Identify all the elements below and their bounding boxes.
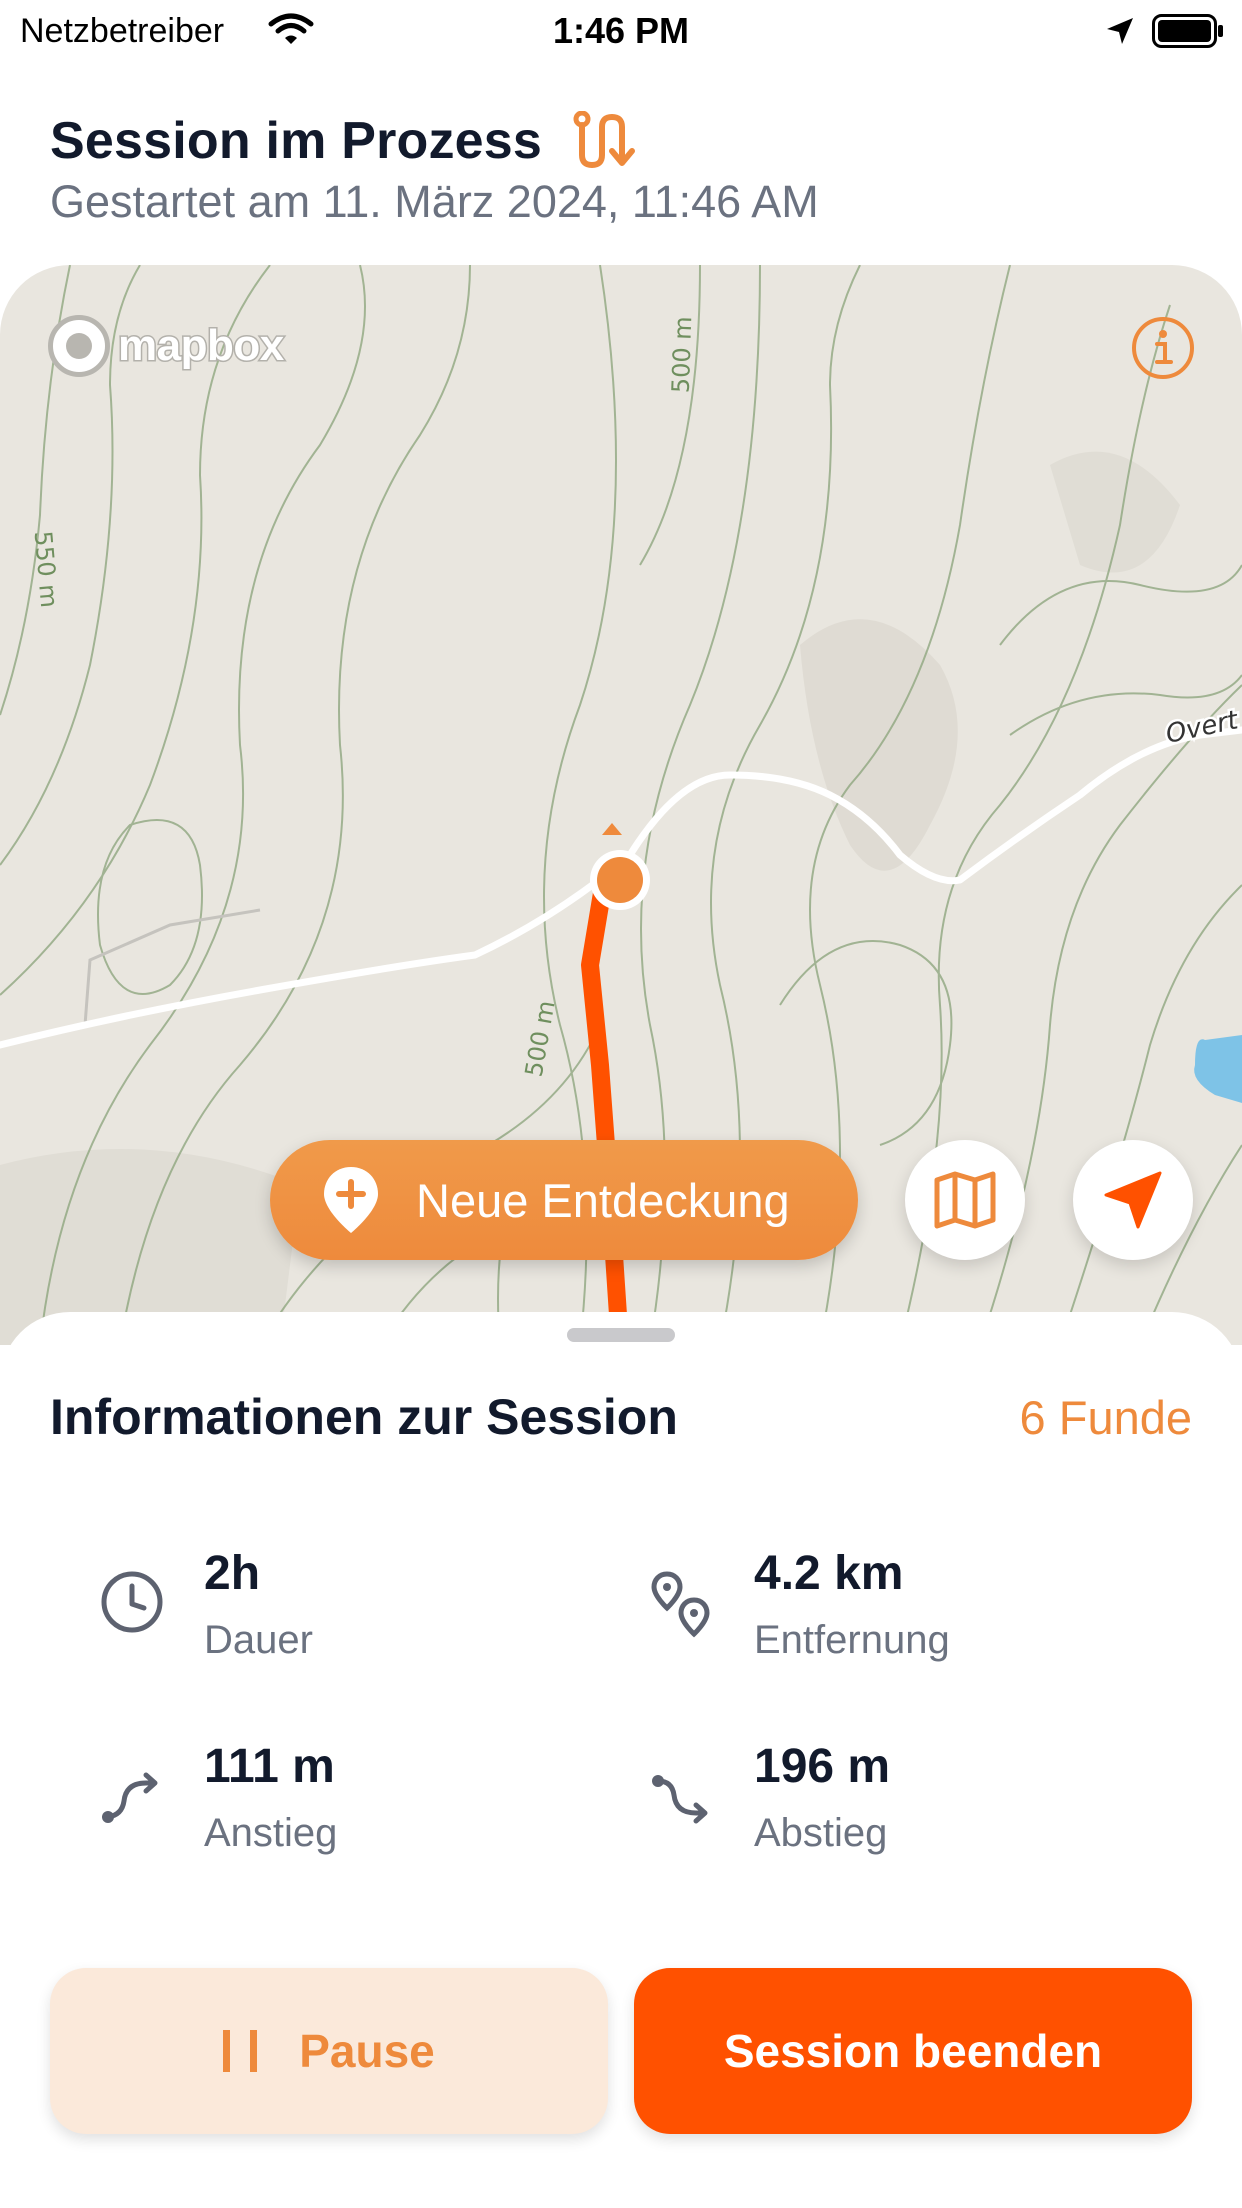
stat-label: Anstieg [204, 1811, 338, 1855]
end-session-button[interactable]: Session beenden [634, 1968, 1192, 2134]
session-info-title: Informationen zur Session [50, 1389, 678, 1445]
page-title: Session im Prozess [50, 112, 543, 170]
road-label: Overt [1163, 705, 1241, 750]
stat-value: 111 m [204, 1740, 335, 1793]
stat-descent: 196 m Abstieg [642, 1737, 890, 1863]
status-bar: Netzbetreiber 1:46 PM [0, 0, 1242, 62]
map-icon [934, 1171, 996, 1229]
end-session-label: Session beenden [723, 2025, 1103, 2077]
route-icon [573, 111, 636, 169]
new-discovery-label: Neue Entdeckung [416, 1173, 790, 1227]
stat-label: Abstieg [754, 1811, 888, 1855]
stat-label: Dauer [204, 1618, 313, 1662]
lake [1194, 1035, 1242, 1103]
pause-label: Pause [299, 2025, 435, 2077]
stat-label: Entfernung [754, 1618, 950, 1662]
stat-value: 2h [204, 1547, 261, 1600]
map-layers-button[interactable] [905, 1140, 1025, 1260]
stat-distance: 4.2 km Entfernung [642, 1544, 950, 1670]
add-pin-icon [324, 1167, 378, 1233]
mapbox-logo-icon[interactable]: mapbox [48, 315, 286, 377]
new-discovery-button[interactable]: Neue Entdeckung [270, 1140, 858, 1260]
contour-label: 500 m [520, 998, 561, 1079]
stat-ascent: 111 m Anstieg [92, 1737, 337, 1863]
stat-duration: 2h Dauer [92, 1544, 313, 1670]
finds-count[interactable]: 6 Funde [1020, 1390, 1192, 1445]
clock-icon [101, 1571, 163, 1633]
ascent-icon [102, 1772, 158, 1823]
status-time: 1:46 PM [552, 10, 690, 51]
distance-pins-icon [651, 1571, 710, 1638]
recenter-location-button[interactable] [1073, 1140, 1193, 1260]
session-start-time: Gestartet am 11. März 2024, 11:46 AM [50, 176, 819, 227]
stat-value: 4.2 km [754, 1547, 904, 1600]
contour-label: 500 m [667, 316, 698, 394]
location-arrow-icon [1104, 1171, 1162, 1229]
info-icon[interactable] [1130, 315, 1196, 381]
location-arrow-icon [1107, 18, 1133, 44]
battery-icon [1152, 14, 1223, 48]
sheet-grabber[interactable] [567, 1328, 675, 1342]
header: Session im Prozess [50, 108, 636, 174]
contour-label: 550 m [29, 530, 64, 609]
stat-value: 196 m [754, 1740, 891, 1793]
descent-icon [652, 1775, 708, 1824]
mapbox-wordmark: mapbox [117, 320, 286, 372]
pause-icon [223, 2030, 258, 2072]
mapbox-mark-icon [48, 315, 110, 377]
pause-button[interactable]: Pause [50, 1968, 608, 2134]
